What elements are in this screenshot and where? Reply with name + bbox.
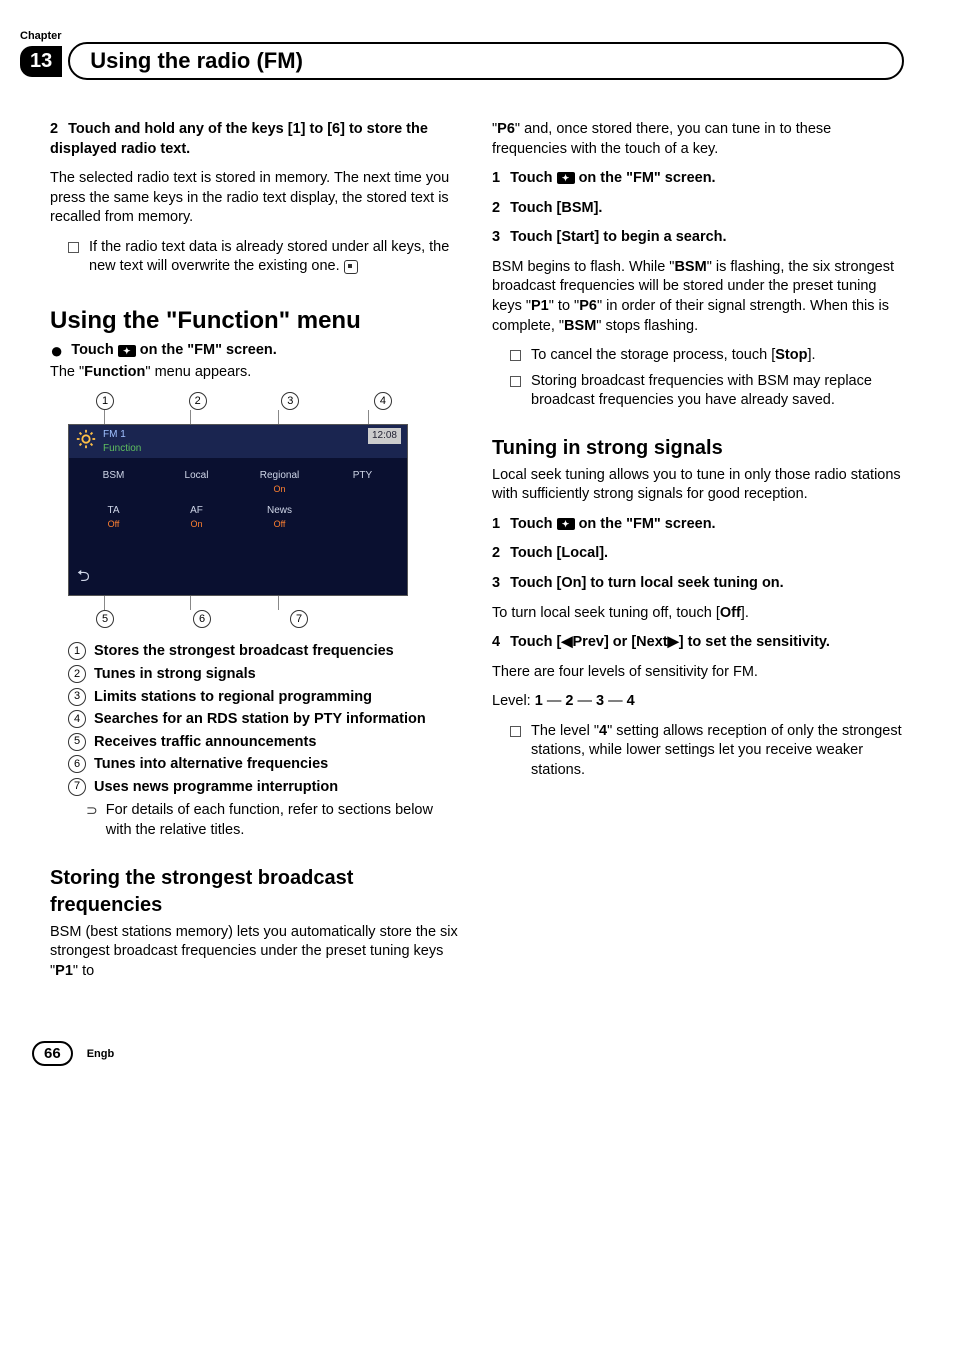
enum-5: 5Receives traffic announcements xyxy=(68,733,462,753)
t-step4-head: 4Touch [◀Prev] or [Next▶] to set the sen… xyxy=(492,633,904,653)
cell-af-label: AF xyxy=(190,505,203,516)
r-step1: 1Touch ✦ on the "FM" screen. xyxy=(492,169,904,189)
bullet-icon: ● xyxy=(50,338,63,363)
step-2-note: If the radio text data is already stored… xyxy=(68,238,462,277)
bsm-body: BSM (best stations memory) lets you auto… xyxy=(50,923,462,982)
callout-3: 3 xyxy=(281,392,299,410)
page-number: 66 xyxy=(32,1041,73,1066)
chapter-number-badge: 13 xyxy=(20,46,62,77)
function-icon: ✦ xyxy=(557,172,575,184)
r-step3-note1: To cancel the storage process, touch [St… xyxy=(510,346,904,366)
footer-lang: Engb xyxy=(87,1048,115,1060)
function-icon: ✦ xyxy=(118,345,136,357)
bullet-pre: Touch xyxy=(71,342,113,358)
screen-band: FM 1 xyxy=(103,429,126,440)
callout-2: 2 xyxy=(189,392,207,410)
note-box-icon xyxy=(510,726,521,737)
gear-icon xyxy=(75,428,97,455)
callout-7: 7 xyxy=(290,610,308,628)
enum-7: 7Uses news programme interruption xyxy=(68,778,462,798)
cell-news-label: News xyxy=(267,505,292,516)
note-box-icon xyxy=(510,350,521,361)
function-screenshot: FM 1 Function 12:08 BSM Local Regional O… xyxy=(68,424,408,596)
step-2-body: The selected radio text is stored in mem… xyxy=(50,169,462,228)
function-figure: 1 2 3 4 FM xyxy=(68,392,408,628)
bullet-post: on the "FM" screen. xyxy=(140,342,277,358)
enum-note: ⊃ For details of each function, refer to… xyxy=(86,801,462,840)
t-step4-body: There are four levels of sensitivity for… xyxy=(492,663,904,683)
callout-lines-bottom xyxy=(68,596,408,610)
r-step2: 2Touch [BSM]. xyxy=(492,199,904,219)
cell-regional-label: Regional xyxy=(260,470,299,481)
back-icon[interactable]: ⮌ xyxy=(77,566,90,588)
cell-pty[interactable]: PTY xyxy=(322,466,403,499)
callout-4: 4 xyxy=(374,392,392,410)
step-2-num: 2 xyxy=(50,121,58,137)
tuning-heading: Tuning in strong signals xyxy=(492,435,904,462)
cell-regional[interactable]: Regional On xyxy=(239,466,320,499)
enum-6: 6Tunes into alternative frequencies xyxy=(68,755,462,775)
note-box-icon xyxy=(68,242,79,253)
cell-local[interactable]: Local xyxy=(156,466,237,499)
cell-af-sub: On xyxy=(190,519,202,529)
end-mark-icon xyxy=(344,260,358,274)
cell-bsm[interactable]: BSM xyxy=(73,466,154,499)
cell-af[interactable]: AF On xyxy=(156,501,237,534)
step-2-head: 2Touch and hold any of the keys [1] to [… xyxy=(50,120,462,159)
callout-5: 5 xyxy=(96,610,114,628)
enum-note-text: For details of each function, refer to s… xyxy=(106,801,462,840)
cell-ta-sub: Off xyxy=(108,519,120,529)
page-footer: 66 Engb xyxy=(32,1041,904,1066)
t-step3-body: To turn local seek tuning off, touch [Of… xyxy=(492,604,904,624)
callout-row-bottom: 5 6 7 xyxy=(68,610,408,628)
screen-mode: Function xyxy=(103,443,141,454)
right-column: "P6" and, once stored there, you can tun… xyxy=(492,120,904,991)
r-step3-body: BSM begins to flash. While "BSM" is flas… xyxy=(492,258,904,336)
t-step4-note: The level "4" setting allows reception o… xyxy=(510,722,904,781)
cell-empty xyxy=(322,501,403,534)
chapter-label: Chapter xyxy=(20,30,904,42)
cell-news[interactable]: News Off xyxy=(239,501,320,534)
step-2-text: Touch and hold any of the keys [1] to [6… xyxy=(50,121,428,157)
chapter-header: 13 Using the radio (FM) xyxy=(20,42,904,80)
tuning-intro: Local seek tuning allows you to tune in … xyxy=(492,466,904,505)
cell-ta[interactable]: TA Off xyxy=(73,501,154,534)
screen-topbar: FM 1 Function 12:08 xyxy=(69,425,407,458)
enum-3: 3Limits stations to regional programming xyxy=(68,688,462,708)
t-step3-head: 3Touch [On] to turn local seek tuning on… xyxy=(492,574,904,594)
t-step4-levels: Level: 1 — 2 — 3 — 4 xyxy=(492,692,904,712)
enum-2: 2Tunes in strong signals xyxy=(68,665,462,685)
callout-1: 1 xyxy=(96,392,114,410)
enum-1: 1Stores the strongest broadcast frequenc… xyxy=(68,642,462,662)
arrow-icon: ⊃ xyxy=(86,801,98,840)
enum-4: 4Searches for an RDS station by PTY info… xyxy=(68,710,462,730)
bsm-cont: "P6" and, once stored there, you can tun… xyxy=(492,120,904,159)
cell-ta-label: TA xyxy=(107,505,119,516)
enum-list: 1Stores the strongest broadcast frequenc… xyxy=(68,642,462,840)
chapter-title: Using the radio (FM) xyxy=(90,48,303,74)
r-step3-note2: Storing broadcast frequencies with BSM m… xyxy=(510,372,904,411)
function-menu-heading: Using the "Function" menu xyxy=(50,305,462,337)
bsm-heading: Storing the strongest broadcast frequenc… xyxy=(50,865,462,919)
step-2-note-text: If the radio text data is already stored… xyxy=(89,239,449,275)
screen-grid: BSM Local Regional On PTY TA Off AF xyxy=(69,458,407,542)
chapter-title-pill: Using the radio (FM) xyxy=(68,42,904,80)
callout-lines-top xyxy=(68,410,408,424)
note-box-icon xyxy=(510,376,521,387)
cell-news-sub: Off xyxy=(274,519,286,529)
r-step3-head: 3Touch [Start] to begin a search. xyxy=(492,228,904,248)
screen-time: 12:08 xyxy=(368,428,401,444)
function-bullet-line: ● Touch ✦ on the "FM" screen. xyxy=(50,341,462,361)
callout-6: 6 xyxy=(193,610,211,628)
cell-regional-sub: On xyxy=(273,484,285,494)
left-column: 2Touch and hold any of the keys [1] to [… xyxy=(50,120,462,991)
function-icon: ✦ xyxy=(557,518,575,530)
callout-row-top: 1 2 3 4 xyxy=(68,392,408,410)
t-step1: 1Touch ✦ on the "FM" screen. xyxy=(492,515,904,535)
t-step2: 2Touch [Local]. xyxy=(492,544,904,564)
function-menu-body: The "Function" menu appears. xyxy=(50,363,462,383)
